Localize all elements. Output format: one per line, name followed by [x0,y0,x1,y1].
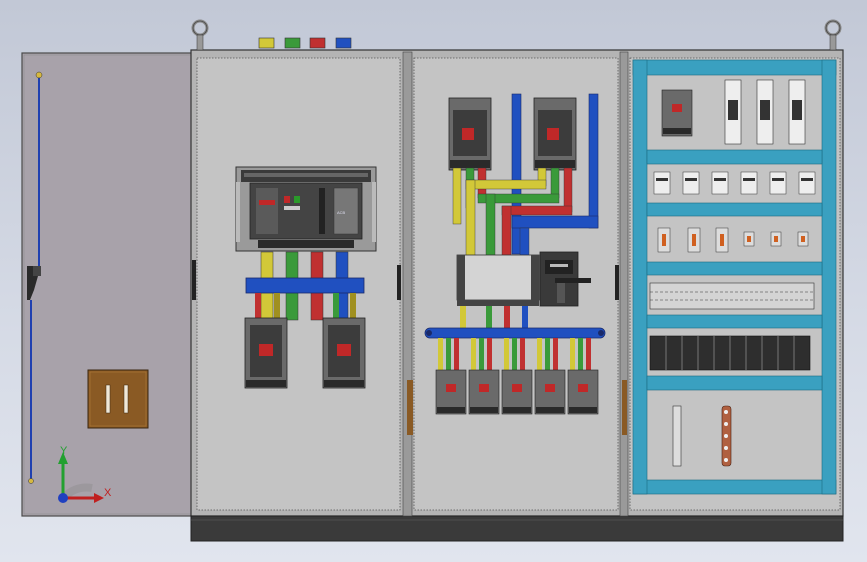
air-circuit-breaker: ACB [235,166,377,252]
svg-text:ACB: ACB [337,210,346,215]
top-busbar-terminals [258,37,352,49]
mccb-right [322,317,366,389]
mccb-left [244,317,288,389]
mccb-feeder-2 [533,97,577,171]
electrical-cabinet-drawing: ACB Y X [21,19,844,542]
y-axis-label: Y [60,445,68,457]
earth-bar [672,405,682,467]
open-door [21,52,194,517]
document-pocket [87,369,149,429]
distribution-section [407,57,627,511]
contactor-row [649,335,811,371]
x-axis-label: X [104,487,112,499]
terminal-strip [649,282,815,310]
control-breaker [661,89,693,137]
lifting-eye-left [191,19,209,51]
lifting-eye-right [824,19,842,51]
z-axis-origin [58,493,68,503]
neutral-bar [721,405,732,467]
mccb-feeder-1 [448,97,492,171]
incomer-section: ACB [192,57,401,511]
transfer-switch [456,251,591,307]
fuse-holders [724,79,806,145]
control-section [629,57,841,511]
